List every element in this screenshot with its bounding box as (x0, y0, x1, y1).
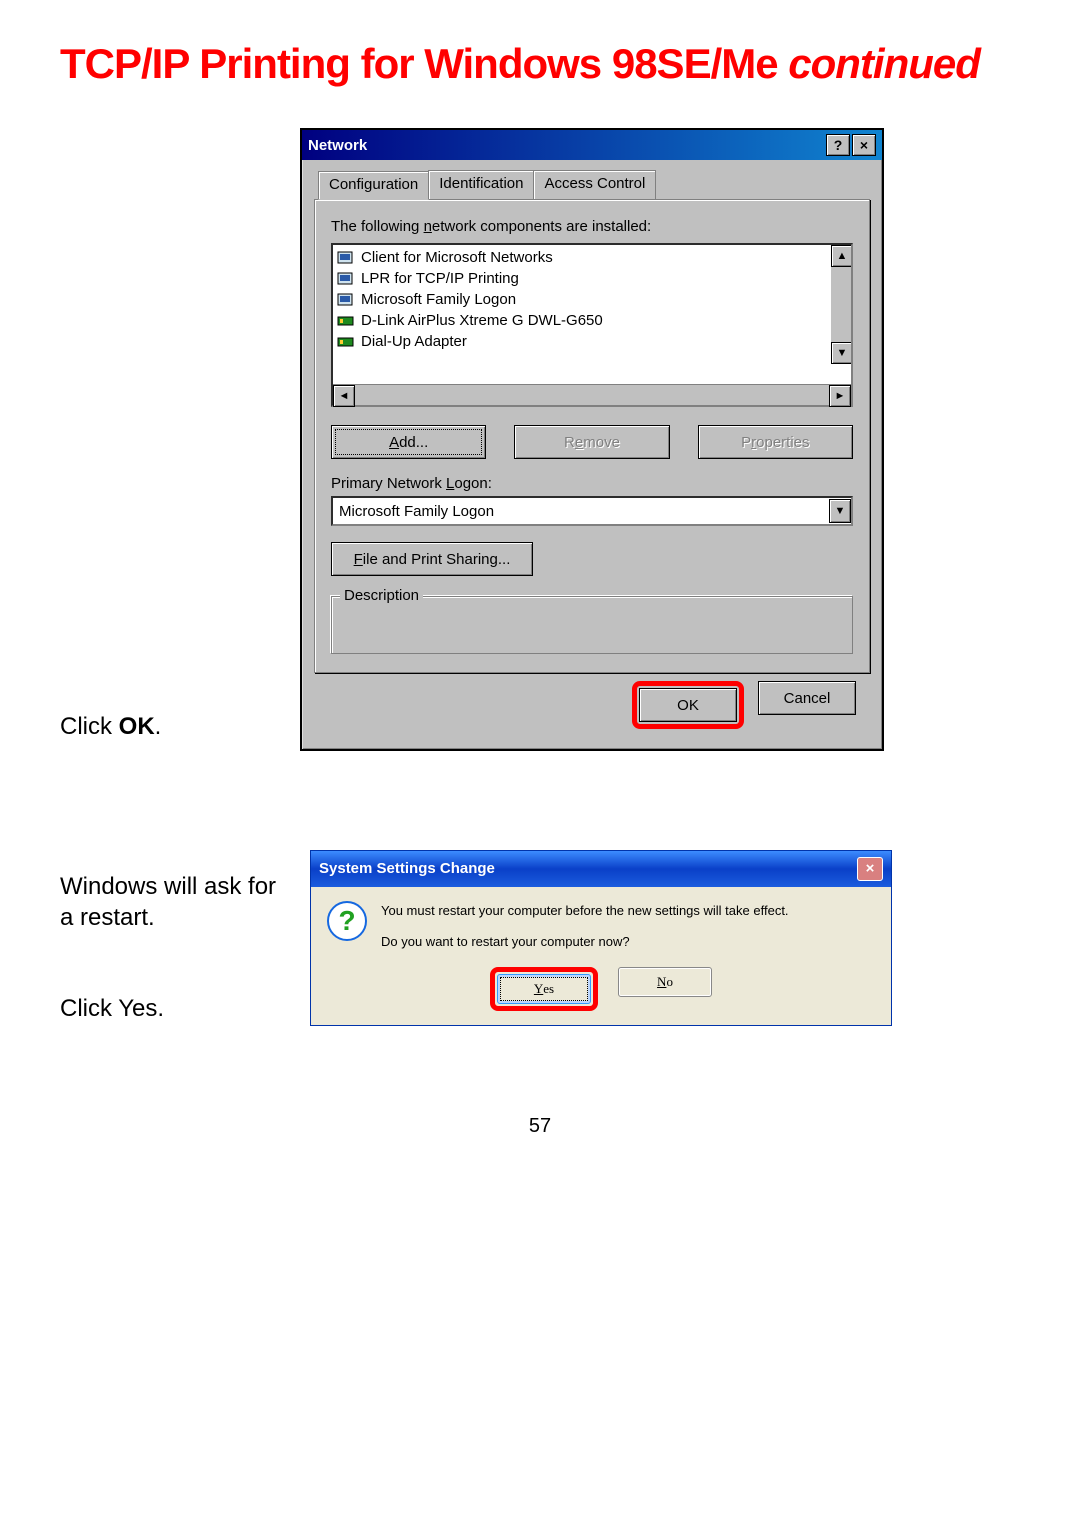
primary-logon-value: Microsoft Family Logon (333, 503, 829, 520)
callout-highlight-ok: OK (632, 681, 744, 729)
network-titlebar[interactable]: Network ? × (302, 130, 882, 160)
question-icon: ? (327, 901, 367, 941)
scroll-down-icon[interactable]: ▼ (831, 342, 851, 364)
add-button[interactable]: Add... (331, 425, 486, 459)
scroll-left-icon[interactable]: ◄ (333, 385, 355, 407)
description-legend: Description (340, 587, 423, 604)
list-item[interactable]: Microsoft Family Logon (335, 289, 849, 310)
vertical-scrollbar[interactable]: ▲ ▼ (831, 245, 851, 364)
system-settings-change-dialog: System Settings Change × ? You must rest… (310, 850, 892, 1026)
list-item[interactable]: D-Link AirPlus Xtreme G DWL-G650 (335, 310, 849, 331)
caption-restart: Windows will ask for a restart. (60, 871, 280, 933)
components-listbox[interactable]: Client for Microsoft Networks LPR for TC… (331, 243, 853, 407)
file-print-sharing-button[interactable]: File and Print Sharing... (331, 542, 533, 576)
close-icon[interactable]: × (857, 857, 883, 881)
page-heading: TCP/IP Printing for Windows 98SE/Me cont… (60, 40, 1020, 88)
xp-message: You must restart your computer before th… (381, 901, 789, 953)
list-item[interactable]: LPR for TCP/IP Printing (335, 268, 849, 289)
properties-button[interactable]: Properties (698, 425, 853, 459)
cancel-button[interactable]: Cancel (758, 681, 856, 715)
list-item[interactable]: Dial-Up Adapter (335, 331, 849, 352)
page-number: 57 (60, 1115, 1020, 1138)
scroll-up-icon[interactable]: ▲ (831, 245, 851, 267)
caption-click-ok: Click OK. (60, 713, 300, 751)
adapter-icon (337, 313, 355, 329)
heading-continued: continued (788, 40, 980, 87)
help-button[interactable]: ? (826, 134, 850, 156)
adapter-icon (337, 334, 355, 350)
xp-title: System Settings Change (319, 860, 495, 877)
xp-titlebar[interactable]: System Settings Change × (311, 851, 891, 887)
callout-highlight-yes: Yes (490, 967, 598, 1011)
tab-strip: Configuration Identification Access Cont… (318, 170, 870, 199)
remove-button[interactable]: Remove (514, 425, 669, 459)
network-dialog: Network ? × Configuration Identification… (300, 128, 884, 751)
client-icon (337, 250, 355, 266)
tab-configuration[interactable]: Configuration (318, 171, 429, 200)
client-icon (337, 271, 355, 287)
client-icon (337, 292, 355, 308)
no-button[interactable]: No (618, 967, 712, 997)
horizontal-scrollbar[interactable]: ◄ ► (333, 384, 851, 405)
heading-main: TCP/IP Printing for Windows 98SE/Me (60, 40, 778, 87)
primary-logon-label: Primary Network Logon: (331, 475, 853, 492)
tab-access-control[interactable]: Access Control (533, 170, 656, 199)
description-groupbox: Description (331, 596, 853, 654)
tab-panel: The following network components are ins… (314, 199, 870, 673)
components-label: The following network components are ins… (331, 218, 853, 235)
network-title: Network (308, 137, 367, 154)
ok-button[interactable]: OK (639, 688, 737, 722)
yes-button[interactable]: Yes (497, 974, 591, 1004)
tab-identification[interactable]: Identification (428, 170, 534, 199)
primary-logon-combo[interactable]: Microsoft Family Logon ▼ (331, 496, 853, 526)
list-item[interactable]: Client for Microsoft Networks (335, 247, 849, 268)
scroll-right-icon[interactable]: ► (829, 385, 851, 407)
close-button[interactable]: × (852, 134, 876, 156)
caption-click-yes: Click Yes. (60, 993, 280, 1024)
dropdown-icon[interactable]: ▼ (829, 499, 851, 523)
